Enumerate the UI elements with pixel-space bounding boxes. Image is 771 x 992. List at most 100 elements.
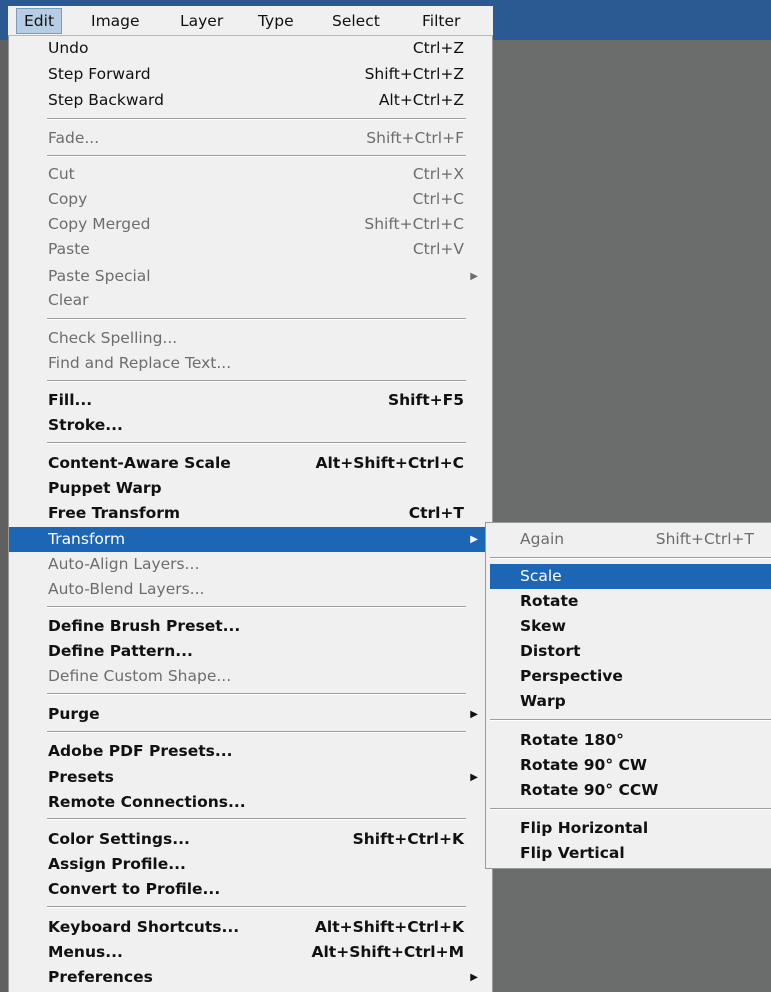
shortcut-label: Shift+Ctrl+C bbox=[364, 215, 464, 233]
menu-item-label: Auto-Align Layers... bbox=[48, 555, 200, 573]
menu-item-label: Transform bbox=[48, 530, 126, 548]
menu-item-label: Content-Aware Scale bbox=[48, 454, 231, 472]
edit-menu-dropdown: Undo Ctrl+Z Step Forward Shift+Ctrl+Z St… bbox=[8, 36, 493, 992]
menu-item-define-pattern[interactable]: Define Pattern... bbox=[9, 639, 492, 664]
menu-item-stroke[interactable]: Stroke... bbox=[9, 413, 492, 438]
shortcut-label: Shift+F5 bbox=[387, 391, 464, 409]
shortcut-label: Alt+Shift+Ctrl+M bbox=[311, 943, 464, 961]
menu-item-remote-connections[interactable]: Remote Connections... bbox=[9, 790, 492, 815]
shortcut-label: Alt+Ctrl+Z bbox=[378, 91, 464, 109]
menu-item-copy[interactable]: Copy Ctrl+C bbox=[9, 187, 492, 212]
menu-separator bbox=[47, 731, 466, 733]
menu-item-label: Distort bbox=[520, 642, 581, 660]
menu-item-label: Rotate 90° CCW bbox=[520, 781, 659, 799]
submenu-item-rotate-90-ccw[interactable]: Rotate 90° CCW bbox=[486, 778, 771, 803]
menu-item-step-backward[interactable]: Step Backward Alt+Ctrl+Z bbox=[9, 88, 492, 113]
menu-item-label: Copy Merged bbox=[48, 215, 151, 233]
menu-item-label: Warp bbox=[520, 692, 566, 710]
menu-separator bbox=[490, 808, 771, 810]
menu-item-adobe-pdf-presets[interactable]: Adobe PDF Presets... bbox=[9, 739, 492, 764]
menu-item-label: Presets bbox=[48, 768, 114, 786]
menu-layer[interactable]: Layer bbox=[180, 8, 223, 34]
menu-item-label: Fade... bbox=[48, 129, 100, 147]
menu-item-label: Clear bbox=[48, 291, 89, 309]
menu-item-label: Convert to Profile... bbox=[48, 880, 221, 898]
menu-item-label: Step Backward bbox=[48, 91, 164, 109]
menu-item-label: Paste Special bbox=[48, 267, 151, 285]
menu-item-purge[interactable]: Purge ▶ bbox=[9, 702, 492, 727]
menu-item-define-brush-preset[interactable]: Define Brush Preset... bbox=[9, 614, 492, 639]
submenu-arrow-icon: ▶ bbox=[470, 534, 478, 545]
menu-item-check-spelling[interactable]: Check Spelling... bbox=[9, 326, 492, 351]
submenu-item-perspective[interactable]: Perspective bbox=[486, 664, 771, 689]
submenu-arrow-icon: ▶ bbox=[470, 972, 478, 983]
menu-filter[interactable]: Filter bbox=[422, 8, 460, 34]
menu-separator bbox=[490, 719, 771, 721]
submenu-item-flip-vertical[interactable]: Flip Vertical bbox=[486, 841, 771, 866]
menu-item-auto-align-layers[interactable]: Auto-Align Layers... bbox=[9, 552, 492, 577]
submenu-item-rotate-180[interactable]: Rotate 180° bbox=[486, 728, 771, 753]
menu-item-label: Flip Vertical bbox=[520, 844, 625, 862]
menu-item-label: Stroke... bbox=[48, 416, 123, 434]
menu-item-paste[interactable]: Paste Ctrl+V bbox=[9, 237, 492, 262]
menu-item-keyboard-shortcuts[interactable]: Keyboard Shortcuts... Alt+Shift+Ctrl+K bbox=[9, 915, 492, 940]
shortcut-label: Alt+Shift+Ctrl+C bbox=[315, 454, 464, 472]
submenu-item-scale[interactable]: Scale bbox=[490, 564, 771, 589]
menu-item-presets[interactable]: Presets ▶ bbox=[9, 765, 492, 790]
menu-bar: Edit Image Layer Type Select Filter bbox=[8, 6, 493, 36]
shortcut-label: Shift+Ctrl+T bbox=[655, 530, 754, 548]
menu-item-clear[interactable]: Clear bbox=[9, 288, 492, 313]
menu-item-convert-to-profile[interactable]: Convert to Profile... bbox=[9, 877, 492, 902]
submenu-arrow-icon: ▶ bbox=[470, 709, 478, 720]
submenu-item-rotate[interactable]: Rotate bbox=[486, 589, 771, 614]
menu-item-preferences[interactable]: Preferences ▶ bbox=[9, 965, 492, 990]
submenu-item-skew[interactable]: Skew bbox=[486, 614, 771, 639]
shortcut-label: Shift+Ctrl+K bbox=[352, 830, 464, 848]
menu-image[interactable]: Image bbox=[91, 8, 140, 34]
menu-item-find-replace[interactable]: Find and Replace Text... bbox=[9, 351, 492, 376]
menu-item-transform[interactable]: Transform ▶ bbox=[9, 527, 492, 552]
menu-item-undo[interactable]: Undo Ctrl+Z bbox=[9, 36, 492, 61]
menu-item-label: Define Brush Preset... bbox=[48, 617, 241, 635]
menu-item-step-forward[interactable]: Step Forward Shift+Ctrl+Z bbox=[9, 62, 492, 87]
menu-item-puppet-warp[interactable]: Puppet Warp bbox=[9, 476, 492, 501]
shortcut-label: Alt+Shift+Ctrl+K bbox=[314, 918, 464, 936]
menu-item-content-aware-scale[interactable]: Content-Aware Scale Alt+Shift+Ctrl+C bbox=[9, 451, 492, 476]
menu-item-cut[interactable]: Cut Ctrl+X bbox=[9, 162, 492, 187]
submenu-item-distort[interactable]: Distort bbox=[486, 639, 771, 664]
menu-separator bbox=[47, 693, 466, 695]
shortcut-label: Ctrl+X bbox=[412, 165, 464, 183]
menu-item-paste-special[interactable]: Paste Special ▶ bbox=[9, 264, 492, 289]
menu-item-fill[interactable]: Fill... Shift+F5 bbox=[9, 388, 492, 413]
menu-item-label: Undo bbox=[48, 39, 89, 57]
menu-separator bbox=[47, 380, 466, 382]
menu-separator bbox=[47, 818, 466, 820]
menu-item-auto-blend-layers[interactable]: Auto-Blend Layers... bbox=[9, 577, 492, 602]
menu-item-free-transform[interactable]: Free Transform Ctrl+T bbox=[9, 501, 492, 526]
submenu-item-again[interactable]: Again Shift+Ctrl+T bbox=[486, 527, 771, 552]
menu-edit[interactable]: Edit bbox=[16, 8, 63, 34]
menu-item-label: Adobe PDF Presets... bbox=[48, 742, 233, 760]
menu-type[interactable]: Type bbox=[258, 8, 294, 34]
menu-separator bbox=[47, 606, 466, 608]
menu-separator bbox=[490, 557, 771, 559]
menu-item-label: Menus... bbox=[48, 943, 123, 961]
menu-item-color-settings[interactable]: Color Settings... Shift+Ctrl+K bbox=[9, 827, 492, 852]
submenu-item-rotate-90-cw[interactable]: Rotate 90° CW bbox=[486, 753, 771, 778]
menu-item-label: Perspective bbox=[520, 667, 623, 685]
menu-item-fade[interactable]: Fade... Shift+Ctrl+F bbox=[9, 126, 492, 151]
menu-item-copy-merged[interactable]: Copy Merged Shift+Ctrl+C bbox=[9, 212, 492, 237]
submenu-item-flip-horizontal[interactable]: Flip Horizontal bbox=[486, 816, 771, 841]
transform-submenu: Again Shift+Ctrl+T Scale Rotate Skew Dis… bbox=[485, 522, 771, 869]
menu-item-label: Define Custom Shape... bbox=[48, 667, 232, 685]
menu-item-menus[interactable]: Menus... Alt+Shift+Ctrl+M bbox=[9, 940, 492, 965]
menu-separator bbox=[47, 118, 466, 120]
menu-item-define-custom-shape[interactable]: Define Custom Shape... bbox=[9, 664, 492, 689]
menu-item-label: Auto-Blend Layers... bbox=[48, 580, 205, 598]
submenu-item-warp[interactable]: Warp bbox=[486, 689, 771, 714]
menu-item-assign-profile[interactable]: Assign Profile... bbox=[9, 852, 492, 877]
menu-select[interactable]: Select bbox=[332, 8, 380, 34]
shortcut-label: Shift+Ctrl+F bbox=[366, 129, 464, 147]
menu-item-label: Fill... bbox=[48, 391, 93, 409]
menu-item-label: Check Spelling... bbox=[48, 329, 178, 347]
